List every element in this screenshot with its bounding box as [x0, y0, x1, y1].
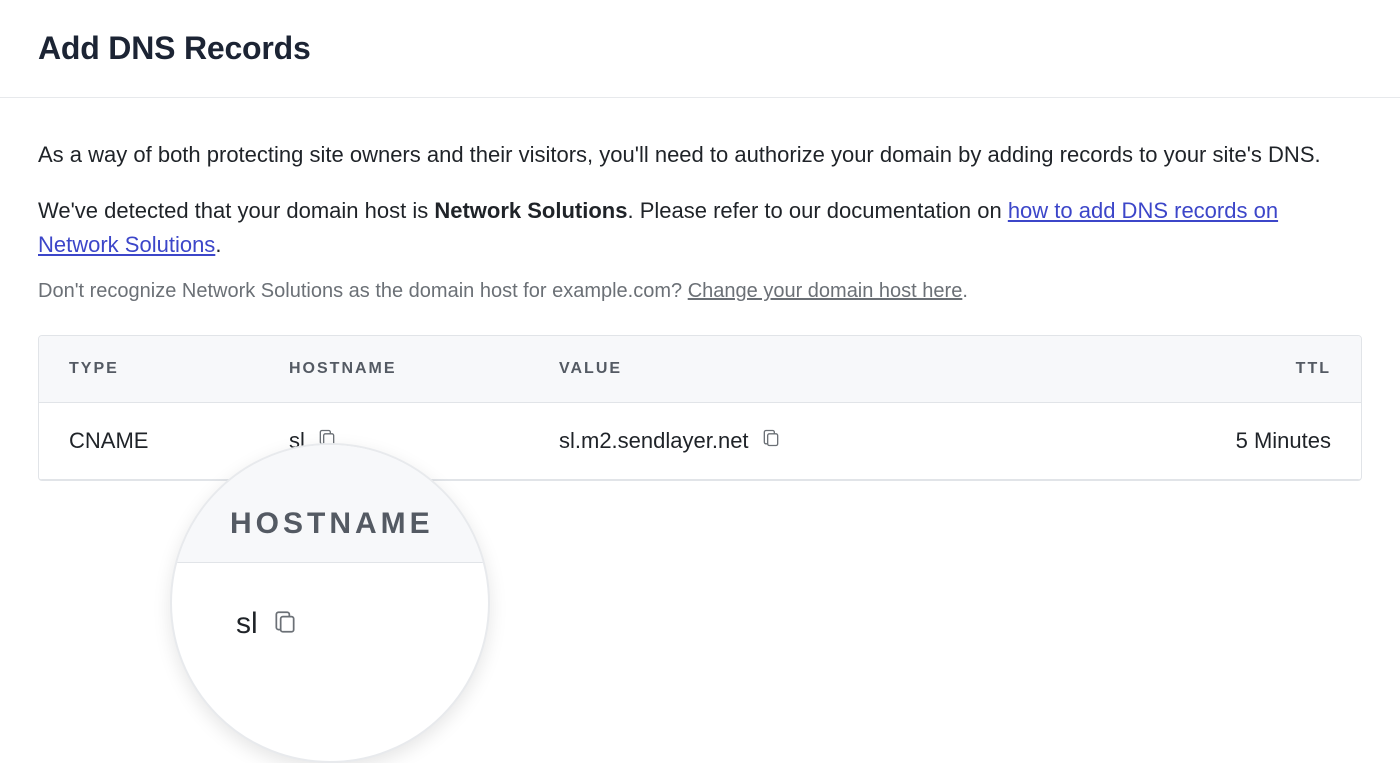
copy-hostname-button[interactable]	[317, 427, 337, 455]
hostname-value: sl	[289, 428, 305, 454]
copy-icon	[317, 427, 337, 449]
value-text: sl.m2.sendlayer.net	[559, 428, 749, 454]
col-header-ttl: TTL	[1161, 336, 1361, 403]
detected-mid: . Please refer to our documentation on	[627, 198, 1007, 223]
table-header-row: TYPE HOSTNAME VALUE TTL	[39, 336, 1361, 403]
cell-ttl: 5 Minutes	[1161, 403, 1361, 480]
col-header-type: TYPE	[39, 336, 259, 403]
cell-value: sl.m2.sendlayer.net	[529, 403, 1161, 480]
dns-records-table: TYPE HOSTNAME VALUE TTL CNAME sl	[38, 335, 1362, 481]
magnifier-lens: HOSTNAME sl	[170, 443, 490, 763]
header-section: Add DNS Records	[0, 0, 1400, 98]
detected-suffix: .	[215, 232, 221, 257]
table-row: CNAME sl	[39, 403, 1361, 480]
cell-type: CNAME	[39, 403, 259, 480]
unrecognize-suffix: .	[962, 280, 968, 302]
page-title: Add DNS Records	[38, 30, 1362, 67]
detected-host-name: Network Solutions	[434, 198, 627, 223]
copy-icon	[272, 608, 298, 636]
unrecognize-prefix: Don't recognize Network Solutions as the…	[38, 280, 688, 302]
cell-hostname: sl	[259, 403, 529, 480]
lens-hostname-value: sl	[236, 607, 258, 641]
copy-value-button[interactable]	[761, 427, 781, 455]
col-header-hostname: HOSTNAME	[259, 336, 529, 403]
detected-host-text: We've detected that your domain host is …	[38, 194, 1362, 262]
change-host-link[interactable]: Change your domain host here	[688, 280, 963, 302]
change-host-text: Don't recognize Network Solutions as the…	[38, 280, 1362, 303]
lens-copy-hostname-button[interactable]	[272, 608, 298, 641]
detected-prefix: We've detected that your domain host is	[38, 198, 434, 223]
copy-icon	[761, 427, 781, 449]
content-section: As a way of both protecting site owners …	[0, 98, 1400, 481]
intro-text: As a way of both protecting site owners …	[38, 138, 1362, 172]
lens-hostname-header: HOSTNAME	[230, 507, 434, 541]
col-header-value: VALUE	[529, 336, 1161, 403]
